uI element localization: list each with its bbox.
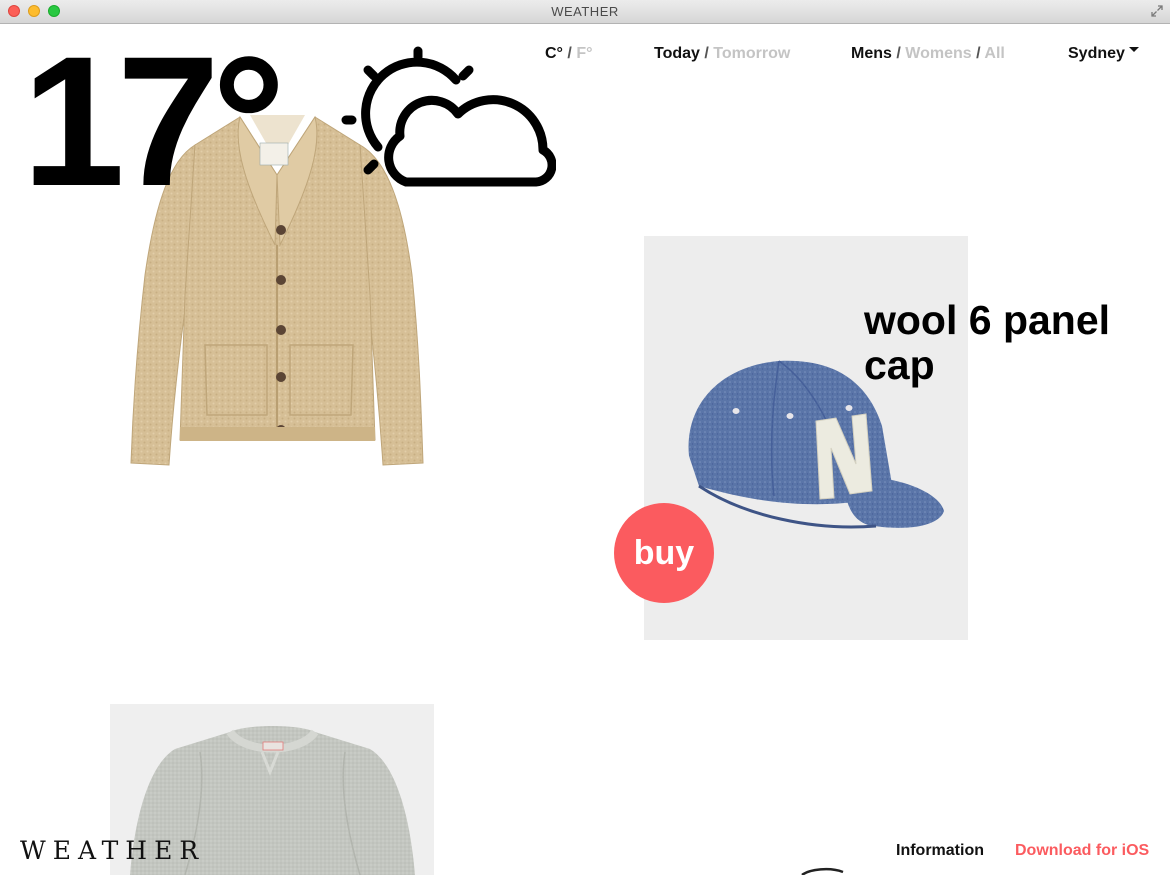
celsius-option[interactable]: C°: [545, 45, 563, 62]
buy-button[interactable]: buy: [614, 503, 714, 603]
nav-separator: /: [704, 45, 709, 62]
information-link[interactable]: Information: [896, 842, 984, 860]
temperature-reading: 17°: [22, 19, 286, 225]
mens-option[interactable]: Mens: [851, 45, 892, 62]
nav-separator: /: [567, 45, 572, 62]
tomorrow-option[interactable]: Tomorrow: [713, 45, 790, 62]
weather-logo[interactable]: WEATHER: [20, 836, 205, 865]
fahrenheit-option[interactable]: F°: [576, 45, 592, 62]
city-selector[interactable]: Sydney: [1068, 45, 1139, 63]
gender-filter: Mens / Womens / All: [851, 45, 1005, 63]
partial-product-image: [801, 867, 844, 875]
unit-toggle: C° / F°: [545, 45, 592, 63]
nav-separator: /: [896, 45, 901, 62]
city-label: Sydney: [1068, 45, 1125, 62]
nav-separator: /: [976, 45, 981, 62]
day-toggle: Today / Tomorrow: [654, 45, 790, 63]
dropdown-caret-icon: [1128, 47, 1139, 53]
fullscreen-icon[interactable]: [1150, 4, 1164, 18]
download-ios-link[interactable]: Download for iOS: [1015, 842, 1149, 860]
product-title: wool 6 panel cap: [864, 297, 1111, 388]
today-option[interactable]: Today: [654, 45, 700, 62]
womens-option[interactable]: Womens: [905, 45, 971, 62]
window-title: WEATHER: [551, 4, 619, 19]
all-option[interactable]: All: [984, 45, 1004, 62]
partly-cloudy-icon: [341, 46, 556, 187]
